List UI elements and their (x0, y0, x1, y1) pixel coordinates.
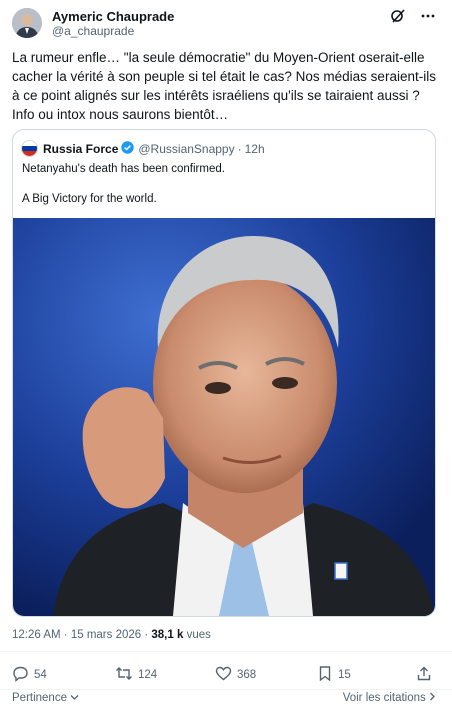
quoted-avatar[interactable] (21, 140, 38, 157)
tweet-date[interactable]: 15 mars 2026 (71, 629, 141, 641)
more-options-icon[interactable] (420, 8, 436, 24)
repost-button[interactable]: 124 (115, 665, 157, 685)
quoted-tweet[interactable]: Russia Force @RussianSnappy · 12h Netany… (12, 129, 436, 617)
separator-dot: · (237, 141, 242, 156)
tweet-meta: 12:26 AM · 15 mars 2026 · 38,1 k vues (12, 629, 211, 641)
sort-label: Pertinence (12, 692, 67, 704)
tweet-actions: 54 124 368 15 (12, 665, 440, 687)
reply-icon (12, 665, 34, 685)
grok-icon[interactable] (390, 8, 406, 24)
quoted-image[interactable] (13, 218, 435, 616)
quoted-author-handle[interactable]: @RussianSnappy (138, 142, 234, 156)
reply-button[interactable]: 54 (12, 665, 47, 685)
view-quotes-label: Voir les citations (342, 692, 426, 704)
views-count: 38,1 k (151, 629, 184, 641)
share-button[interactable] (416, 665, 437, 685)
author-name[interactable]: Aymeric Chauprade (52, 9, 174, 24)
quoted-text-line-2: A Big Victory for the world. (22, 193, 157, 205)
tweet-time[interactable]: 12:26 AM (12, 629, 61, 641)
bookmark-button[interactable]: 15 (317, 665, 351, 685)
author-info[interactable]: Aymeric Chauprade @a_chauprade (52, 9, 174, 39)
quoted-text-line-1: Netanyahu's death has been confirmed. (22, 163, 225, 175)
heart-icon (215, 665, 237, 685)
tweet-header: Aymeric Chauprade @a_chauprade (12, 8, 440, 40)
header-icons (390, 8, 436, 24)
quoted-tweet-header: Russia Force @RussianSnappy · 12h (21, 140, 265, 157)
chevron-right-icon (429, 692, 436, 704)
quoted-timestamp[interactable]: 12h (245, 142, 265, 156)
verified-badge-icon (121, 140, 135, 157)
meta-separator-2: · (141, 629, 152, 641)
view-quotes-link[interactable]: Voir les citations (343, 692, 436, 704)
repost-count: 124 (138, 669, 158, 681)
reply-count: 54 (34, 669, 47, 681)
views-label: vues (183, 629, 211, 641)
repost-icon (115, 665, 138, 685)
author-avatar[interactable] (12, 8, 42, 38)
divider-bottom (0, 689, 452, 690)
bookmark-count: 15 (338, 669, 351, 681)
like-button[interactable]: 368 (215, 665, 256, 685)
tweet-text: La rumeur enfle… "la seule démocratie" d… (12, 50, 436, 122)
bookmark-icon (317, 665, 338, 685)
chevron-down-icon (70, 692, 79, 704)
divider-top (0, 651, 452, 652)
share-icon (416, 665, 437, 685)
like-count: 368 (237, 669, 257, 681)
meta-separator: · (60, 629, 71, 641)
quoted-author-name[interactable]: Russia Force (43, 142, 118, 156)
sort-dropdown[interactable]: Pertinence (12, 692, 79, 704)
author-handle[interactable]: @a_chauprade (52, 24, 174, 39)
